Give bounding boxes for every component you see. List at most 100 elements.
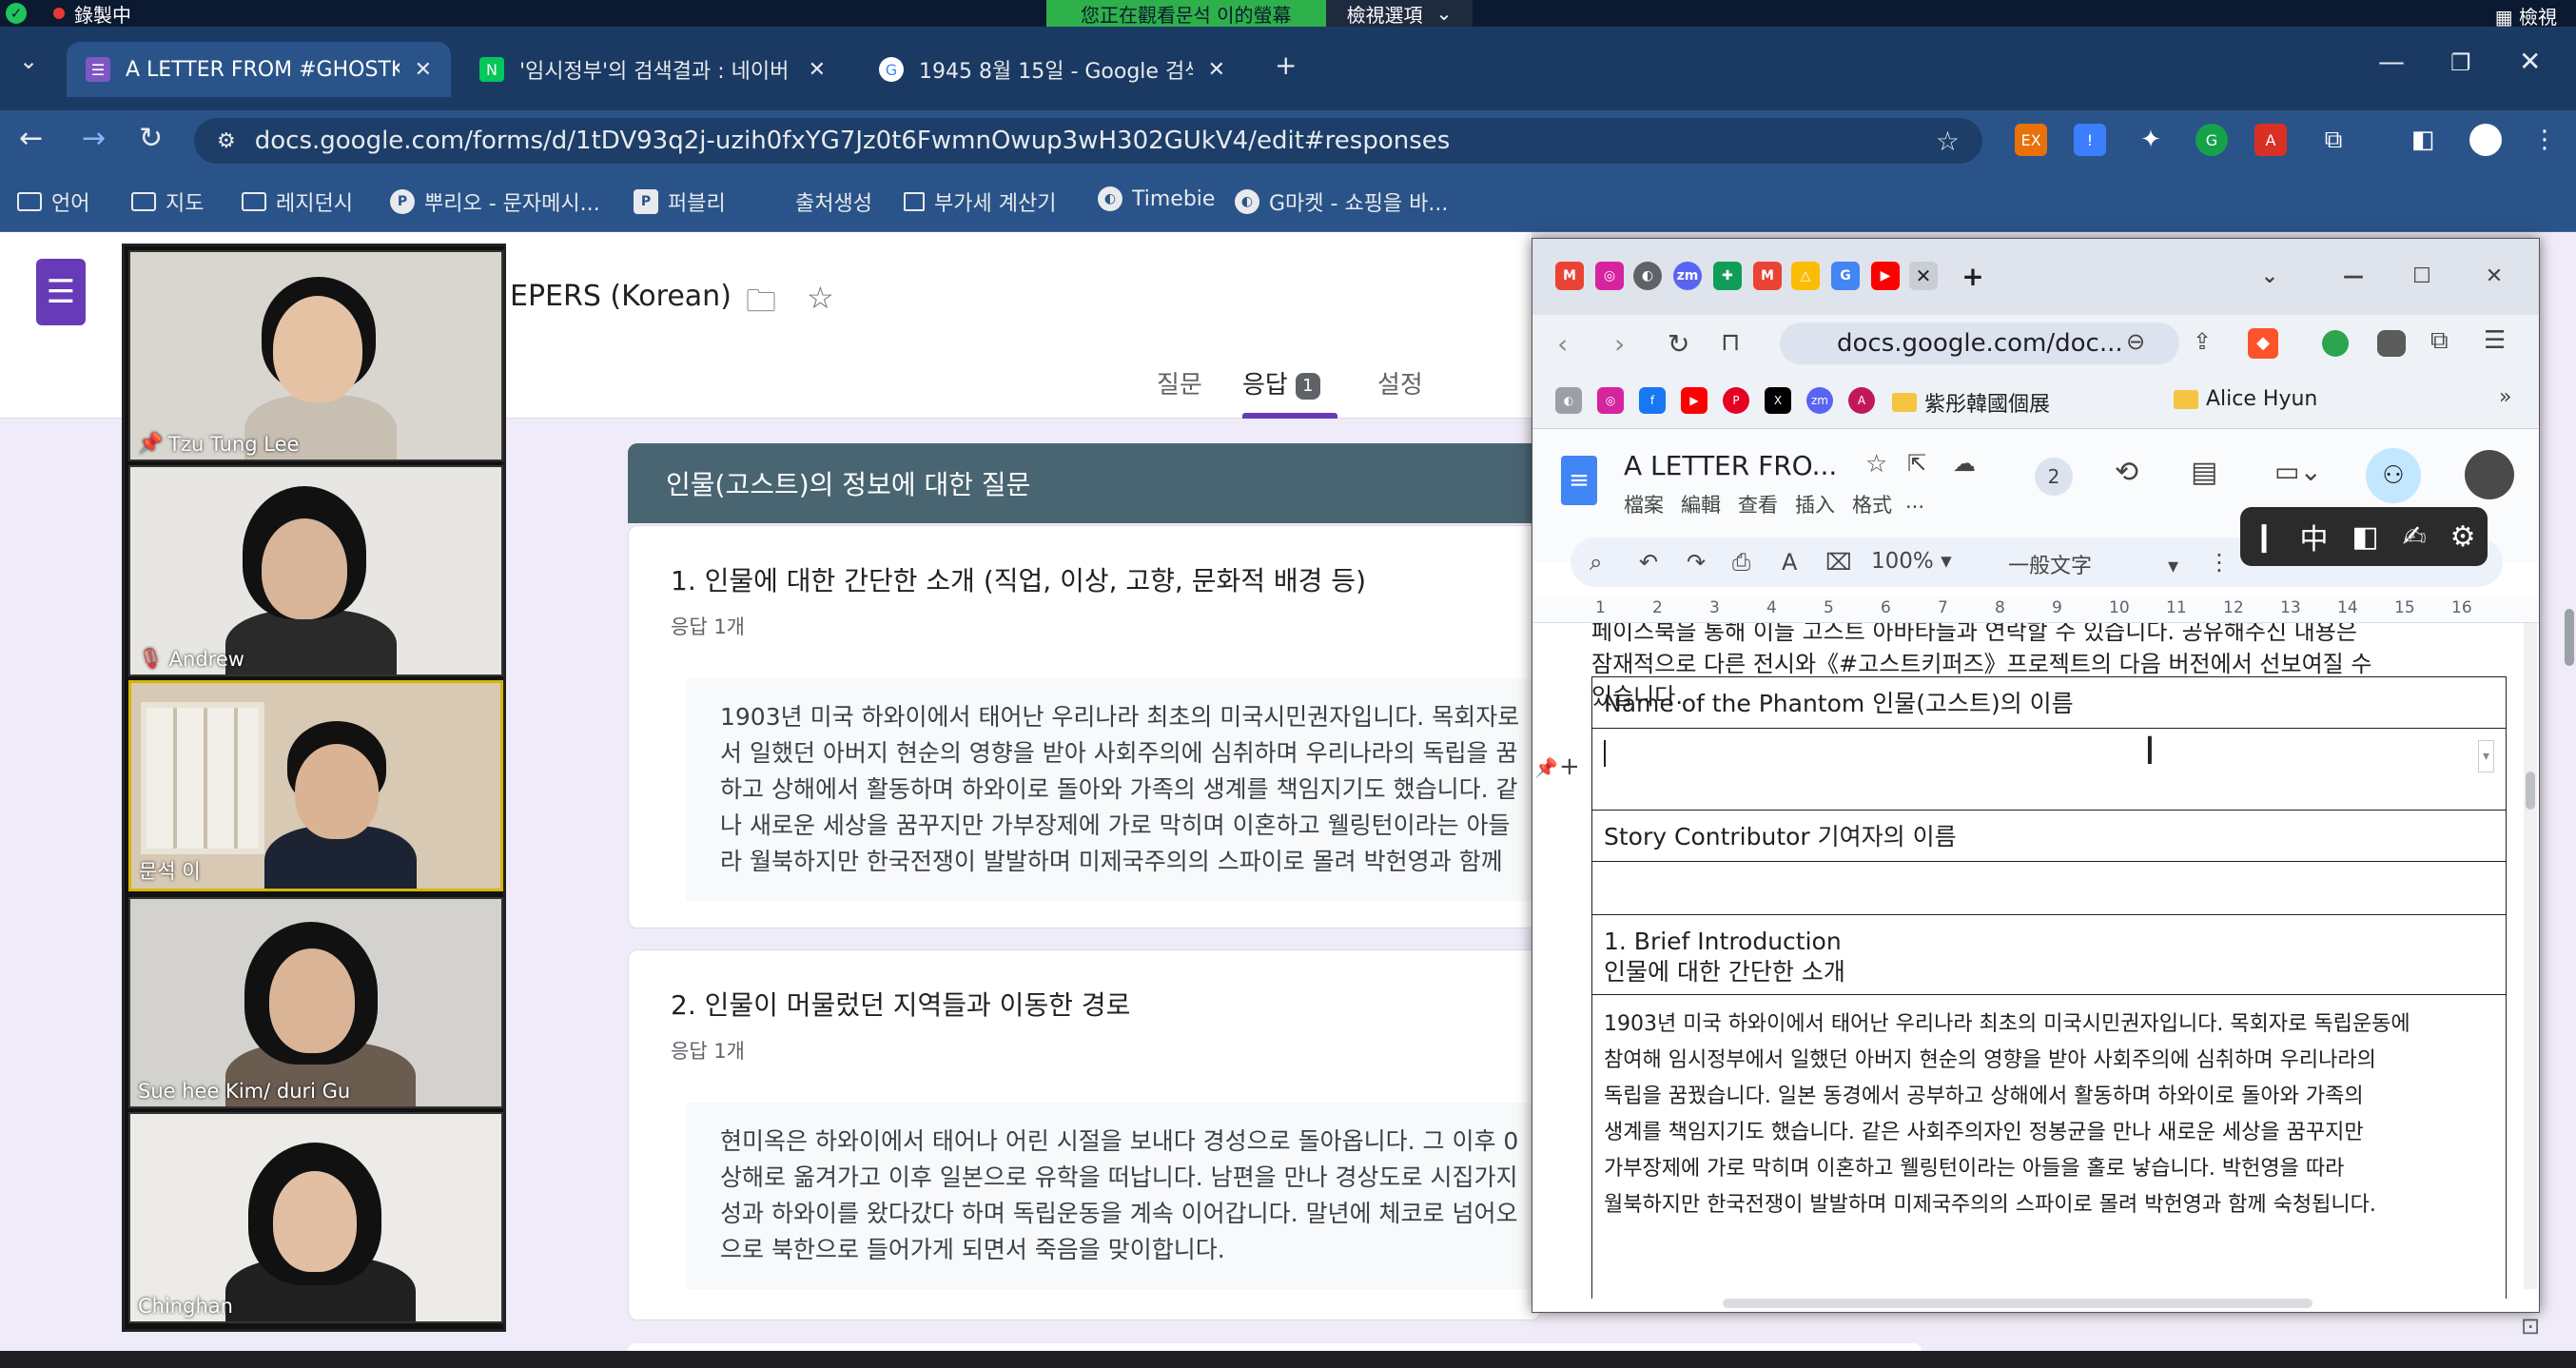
menu-view[interactable]: 查看 bbox=[1738, 490, 1778, 518]
star-icon[interactable]: ☆ bbox=[807, 280, 834, 316]
close-icon[interactable]: ✕ bbox=[1208, 58, 1225, 82]
bookmark-folder-alice-hyun[interactable]: Alice Hyun bbox=[2174, 387, 2317, 411]
reload-icon[interactable]: ↻ bbox=[139, 122, 163, 155]
menu-insert[interactable]: 插入 bbox=[1795, 490, 1835, 518]
bookmark-publy[interactable]: P 퍼블리 bbox=[634, 186, 726, 217]
horizontal-scrollbar[interactable] bbox=[1723, 1299, 2313, 1308]
ime-chinese-mode[interactable]: 中 bbox=[2299, 516, 2328, 557]
search-menus-icon[interactable]: ⌕ bbox=[1590, 549, 1602, 576]
new-tab-button[interactable]: + bbox=[1275, 49, 1297, 81]
gmail-tab-icon[interactable]: M bbox=[1753, 262, 1782, 290]
menu-edit[interactable]: 編輯 bbox=[1681, 490, 1721, 518]
share-button[interactable]: ⚇ bbox=[2366, 448, 2421, 503]
zoom-select[interactable]: 100% ▾ bbox=[1871, 549, 1952, 574]
bookmark-vat-calculator[interactable]: 부가세 계산기 bbox=[904, 186, 1056, 217]
instagram-tab-icon[interactable]: ◎ bbox=[1595, 262, 1624, 290]
extension-chat-icon[interactable] bbox=[2377, 330, 2406, 357]
tab-settings[interactable]: 설정 bbox=[1377, 365, 1423, 401]
active-users-count[interactable]: 2 bbox=[2035, 458, 2073, 496]
tab-responses[interactable]: 응답 1 bbox=[1242, 365, 1320, 401]
add-row-icon[interactable]: + bbox=[1559, 752, 1580, 781]
youtube-tab-icon[interactable]: ▶ bbox=[1871, 262, 1900, 290]
extension-shield-icon[interactable]: ! bbox=[2074, 124, 2106, 156]
style-select[interactable]: 一般文字 ▾ bbox=[2008, 549, 2178, 579]
x-bookmark-icon[interactable]: X bbox=[1765, 387, 1791, 414]
new-tab-button[interactable]: + bbox=[1959, 261, 1987, 292]
version-history-icon[interactable]: ⟲ bbox=[2115, 456, 2138, 489]
tab-questions[interactable]: 질문 bbox=[1157, 365, 1202, 401]
move-to-folder-icon[interactable]: 🗀 bbox=[746, 280, 776, 331]
redo-icon[interactable]: ↷ bbox=[1687, 549, 1706, 576]
view-options-button[interactable]: 檢視選項 ⌄ bbox=[1325, 0, 1473, 27]
video-tile[interactable]: Chinghan bbox=[128, 1112, 503, 1323]
docs-address-bar[interactable]: docs.google.com/doc... bbox=[1780, 322, 2179, 364]
zoom-out-icon[interactable]: ⊖ bbox=[2126, 328, 2145, 355]
form-title[interactable]: EPERS (Korean) bbox=[510, 280, 732, 313]
extension-icon[interactable] bbox=[2322, 330, 2349, 357]
restore-icon[interactable]: ☐ bbox=[2408, 262, 2436, 290]
bookmark-gmarket[interactable]: ◐ G마켓 - 쇼핑을 바... bbox=[1235, 186, 1448, 217]
table-row-answer[interactable]: 1903년 미국 하와이에서 태어난 우리나라 최초의 미국시민권자입니다. 목… bbox=[1592, 995, 2506, 1299]
table-row-input[interactable]: ▾ I bbox=[1592, 729, 2506, 811]
restore-icon[interactable]: ❐ bbox=[2450, 49, 2471, 76]
video-tile[interactable]: Sue hee Kim/ duri Gu bbox=[128, 897, 503, 1108]
extension-pdf-icon[interactable]: A bbox=[2254, 124, 2287, 156]
more-bookmarks-icon[interactable]: » bbox=[2499, 385, 2511, 409]
bookmark-icon[interactable]: ◐ bbox=[1555, 387, 1582, 414]
menu-file[interactable]: 檔案 bbox=[1624, 490, 1664, 518]
site-settings-icon[interactable]: ⚙ bbox=[217, 129, 236, 153]
video-tile[interactable]: 🎙 Andrew bbox=[128, 465, 503, 676]
gmail-tab-icon[interactable]: M bbox=[1555, 262, 1584, 290]
tab-google-search[interactable]: G 1945 8월 15일 - Google 검색 ✕ bbox=[860, 42, 1244, 97]
brave-shield-icon[interactable]: ◆ bbox=[2248, 328, 2278, 359]
address-bar[interactable]: ⚙ docs.google.com/forms/d/1tDV93q2j-uzih… bbox=[194, 118, 1982, 164]
translate-tab-icon[interactable]: G bbox=[1831, 262, 1860, 290]
ime-settings-icon[interactable]: ⚙ bbox=[2450, 520, 2476, 554]
table-row[interactable]: Name of the Phantom 인물(고스트)의 이름 bbox=[1592, 677, 2506, 729]
google-forms-icon[interactable]: ☰ bbox=[36, 259, 86, 325]
tab-ghostkeepers-form[interactable]: ☰ A LETTER FROM #GHOSTKEEPERS (Korean) ✕ bbox=[67, 42, 451, 97]
bookmark-folder-solo-exhibition[interactable]: 紫彤韓國個展 bbox=[1892, 387, 2050, 418]
google-docs-icon[interactable]: ≡ bbox=[1561, 456, 1597, 505]
move-icon[interactable]: ⇱ bbox=[1907, 450, 1926, 477]
window-close-icon[interactable]: ✕ bbox=[2480, 262, 2508, 290]
extension-grammarly-icon[interactable]: G bbox=[2195, 124, 2228, 156]
tab-search-icon[interactable]: ⌄ bbox=[19, 48, 38, 74]
view-check-button[interactable]: ▦ 檢視 bbox=[2495, 2, 2557, 29]
profile-avatar[interactable] bbox=[2469, 124, 2502, 156]
drive-tab-icon[interactable]: △ bbox=[1791, 262, 1820, 290]
ruler[interactable]: 1 2 3 4 5 6 7 8 9 10 11 12 13 14 15 16 bbox=[1532, 596, 2539, 623]
undo-icon[interactable]: ↶ bbox=[1639, 549, 1658, 576]
extensions-icon[interactable]: ⧉ bbox=[2430, 326, 2449, 356]
pin-icon[interactable]: 📌 bbox=[1534, 756, 1558, 779]
extension-puzzle-icon[interactable]: ✦ bbox=[2135, 124, 2167, 156]
table-row[interactable]: 1. Brief Introduction 인물에 대한 간단한 소개 bbox=[1592, 915, 2506, 995]
table-row-input[interactable] bbox=[1592, 862, 2506, 915]
table-row[interactable]: Story Contributor 기여자의 이름 bbox=[1592, 811, 2506, 862]
sheets-tab-icon[interactable]: ✚ bbox=[1713, 262, 1742, 290]
docs-scrollbar-thumb[interactable] bbox=[2526, 772, 2535, 810]
back-icon[interactable]: ← bbox=[19, 122, 43, 155]
comments-icon[interactable]: ▤ bbox=[2191, 456, 2217, 489]
document-page[interactable]: 페이스북을 통해 이들 고스트 아바타들과 연락할 수 있습니다. 공유해주신 … bbox=[1532, 623, 2539, 1299]
ime-voice-icon[interactable]: ✍ bbox=[2403, 520, 2427, 554]
docs-scrollbar[interactable] bbox=[2524, 623, 2537, 1289]
minimize-icon[interactable]: — bbox=[2378, 46, 2405, 77]
minimize-icon[interactable]: — bbox=[2339, 262, 2368, 290]
menu-icon[interactable]: ⋮ bbox=[2528, 124, 2561, 156]
account-avatar[interactable] bbox=[2465, 450, 2514, 499]
close-icon[interactable]: ✕ bbox=[809, 58, 826, 82]
paint-format-icon[interactable]: ⌧ bbox=[1825, 549, 1852, 576]
side-panel-icon[interactable]: ◧ bbox=[2407, 124, 2439, 156]
extensions-icon[interactable]: ⧉ bbox=[2317, 124, 2350, 156]
close-icon[interactable]: ✕ bbox=[415, 58, 432, 82]
forward-icon[interactable]: → bbox=[82, 122, 106, 155]
pinterest-bookmark-icon[interactable]: P bbox=[1723, 387, 1749, 414]
bookmark-icon[interactable]: ⊓ bbox=[1721, 328, 1740, 357]
bookmark-citation[interactable]: 출처생성 bbox=[795, 186, 872, 217]
dropdown-icon[interactable]: ▾ bbox=[2477, 740, 2494, 772]
bookmark-folder-residency[interactable]: 레지던시 bbox=[242, 186, 353, 217]
meet-icon[interactable]: ▭⌄ bbox=[2274, 456, 2322, 487]
bookmark-star-icon[interactable]: ☆ bbox=[1936, 126, 1960, 157]
back-icon[interactable]: ‹ bbox=[1557, 328, 1568, 360]
